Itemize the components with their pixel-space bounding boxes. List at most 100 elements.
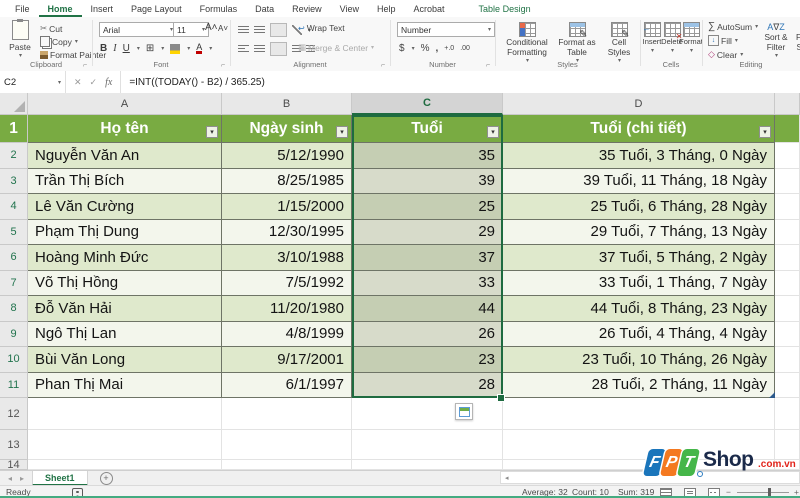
cell-age-detail[interactable]: 28 Tuổi, 2 Tháng, 11 Ngày xyxy=(503,372,775,398)
cell-birthdate[interactable]: 12/30/1995 xyxy=(222,219,352,245)
row-header-2[interactable]: 2 xyxy=(0,143,28,169)
column-header-e[interactable] xyxy=(775,93,800,115)
row-header-4[interactable]: 4 xyxy=(0,194,28,220)
wrap-text-button[interactable]: ↩ Wrap Text xyxy=(298,23,345,33)
cell-name[interactable]: Đỗ Văn Hải xyxy=(28,296,222,322)
cell-age[interactable]: 39 xyxy=(352,168,503,194)
align-center-button[interactable] xyxy=(254,45,265,53)
cell-age-detail[interactable]: 37 Tuổi, 5 Tháng, 2 Ngày xyxy=(503,245,775,271)
cell-name[interactable]: Hoàng Minh Đức xyxy=(28,245,222,271)
table-header-cell[interactable]: Tuổi (chi tiết) ▾ xyxy=(503,115,775,143)
fill-button[interactable]: ↓ Fill ▾ xyxy=(708,35,738,46)
clear-button[interactable]: ◇ Clear ▾ xyxy=(708,49,743,60)
empty-cell[interactable] xyxy=(775,372,800,398)
merge-center-button[interactable]: ▦ Merge & Center ▾ xyxy=(298,42,374,53)
sort-filter-button[interactable]: A∇Z Sort & Filter ▾ xyxy=(760,22,792,60)
cell-age[interactable]: 44 xyxy=(352,296,503,322)
align-right-button[interactable] xyxy=(270,42,287,56)
empty-cell[interactable] xyxy=(775,398,800,430)
empty-cell[interactable] xyxy=(775,296,800,322)
next-sheet-arrow-icon[interactable]: ▸ xyxy=(20,474,24,483)
align-left-button[interactable] xyxy=(238,45,249,53)
table-header-cell[interactable]: Ngày sinh ▾ xyxy=(222,115,352,143)
align-middle-button[interactable] xyxy=(254,26,265,34)
empty-cell[interactable] xyxy=(352,460,503,470)
row-header-13[interactable]: 13 xyxy=(0,430,28,460)
empty-cell[interactable] xyxy=(28,430,222,460)
ribbon-tab-view[interactable]: View xyxy=(331,0,368,17)
new-sheet-button[interactable]: + xyxy=(99,472,113,485)
format-painter-button[interactable]: Format Painter xyxy=(40,50,106,60)
empty-cell[interactable] xyxy=(775,270,800,296)
table-header-cell[interactable]: Tuổi ▾ xyxy=(352,115,503,143)
select-all-corner[interactable] xyxy=(0,93,28,115)
cell-age-detail[interactable]: 23 Tuổi, 10 Tháng, 26 Ngày xyxy=(503,347,775,373)
row-header-14[interactable]: 14 xyxy=(0,460,28,470)
cell-age-detail[interactable]: 39 Tuổi, 11 Tháng, 18 Ngày xyxy=(503,168,775,194)
cell-age[interactable]: 35 xyxy=(352,143,503,169)
ribbon-tab-data[interactable]: Data xyxy=(246,0,283,17)
cell-age-detail[interactable]: 35 Tuổi, 3 Tháng, 0 Ngày xyxy=(503,143,775,169)
row-header-10[interactable]: 10 xyxy=(0,347,28,373)
cell-name[interactable]: Nguyễn Văn An xyxy=(28,143,222,169)
row-header-3[interactable]: 3 xyxy=(0,168,28,194)
copy-button[interactable]: Copy ▾ xyxy=(40,36,78,47)
bold-button[interactable]: B xyxy=(100,43,107,54)
sheet-tab-sheet1[interactable]: Sheet1 xyxy=(32,471,88,486)
empty-cell[interactable] xyxy=(775,194,800,220)
row-header-9[interactable]: 9 xyxy=(0,321,28,347)
ribbon-tab-review[interactable]: Review xyxy=(283,0,331,17)
accounting-format-button[interactable]: $ xyxy=(399,43,405,54)
autosum-button[interactable]: ∑ AutoSum ▾ xyxy=(708,21,758,32)
empty-cell[interactable] xyxy=(775,245,800,271)
empty-cell[interactable] xyxy=(775,143,800,169)
empty-cell[interactable] xyxy=(28,460,222,470)
cell-age-detail[interactable]: 25 Tuổi, 6 Tháng, 28 Ngày xyxy=(503,194,775,220)
empty-cell[interactable] xyxy=(28,398,222,430)
format-as-table-button[interactable]: Format as Table▾ xyxy=(555,22,599,65)
row-header-11[interactable]: 11 xyxy=(0,372,28,398)
cut-button[interactable]: ✂ Cut xyxy=(40,23,62,34)
filter-dropdown-icon[interactable]: ▾ xyxy=(206,126,218,138)
cell-age[interactable]: 23 xyxy=(352,347,503,373)
table-header-cell[interactable]: Họ tên ▾ xyxy=(28,115,222,143)
fill-color-button[interactable] xyxy=(170,43,181,54)
formula-input[interactable]: =INT((TODAY() - B2) / 365.25) xyxy=(121,71,265,93)
ribbon-tab-home[interactable]: Home xyxy=(39,0,82,17)
format-cells-button[interactable]: Format ▾ xyxy=(679,22,703,55)
ribbon-tab-insert[interactable]: Insert xyxy=(82,0,123,17)
cell-age[interactable]: 29 xyxy=(352,219,503,245)
ribbon-tab-table-design[interactable]: Table Design xyxy=(470,0,540,17)
column-header-d[interactable]: D xyxy=(503,93,775,115)
cell-birthdate[interactable]: 7/5/1992 xyxy=(222,270,352,296)
cell-name[interactable]: Ngô Thị Lan xyxy=(28,321,222,347)
shrink-font-button[interactable]: A˅ xyxy=(218,24,228,33)
clipboard-dialog-launcher[interactable]: ⌐ xyxy=(83,62,87,69)
empty-cell[interactable] xyxy=(352,398,503,430)
row-header-5[interactable]: 5 xyxy=(0,219,28,245)
cell-name[interactable]: Trần Thị Bích xyxy=(28,168,222,194)
filter-dropdown-icon[interactable]: ▾ xyxy=(336,126,348,138)
decrease-decimal-button[interactable]: .00 xyxy=(460,45,470,52)
empty-cell[interactable] xyxy=(222,460,352,470)
cell-age[interactable]: 33 xyxy=(352,270,503,296)
cell-name[interactable]: Lê Văn Cường xyxy=(28,194,222,220)
empty-cell[interactable] xyxy=(352,430,503,460)
column-header-b[interactable]: B xyxy=(222,93,352,115)
fill-options-button[interactable] xyxy=(455,403,473,420)
cell-birthdate[interactable]: 8/25/1985 xyxy=(222,168,352,194)
cell-styles-button[interactable]: Cell Styles▾ xyxy=(601,22,637,65)
row-header-7[interactable]: 7 xyxy=(0,270,28,296)
cell-name[interactable]: Võ Thị Hồng xyxy=(28,270,222,296)
prev-sheet-arrow-icon[interactable]: ◂ xyxy=(8,474,12,483)
number-format-select[interactable]: Number ▾ xyxy=(397,22,495,37)
font-name-select[interactable]: Arial ▾ xyxy=(99,22,177,37)
cell-age[interactable]: 37 xyxy=(352,245,503,271)
cell-birthdate[interactable]: 9/17/2001 xyxy=(222,347,352,373)
enter-icon[interactable]: ✓ xyxy=(90,77,98,88)
paste-button[interactable]: Paste ▾ xyxy=(6,19,34,59)
align-bottom-button[interactable] xyxy=(270,23,287,37)
borders-button[interactable]: ⊞ xyxy=(146,43,154,54)
cell-name[interactable]: Phan Thị Mai xyxy=(28,372,222,398)
cell-age-detail[interactable]: 33 Tuổi, 1 Tháng, 7 Ngày xyxy=(503,270,775,296)
